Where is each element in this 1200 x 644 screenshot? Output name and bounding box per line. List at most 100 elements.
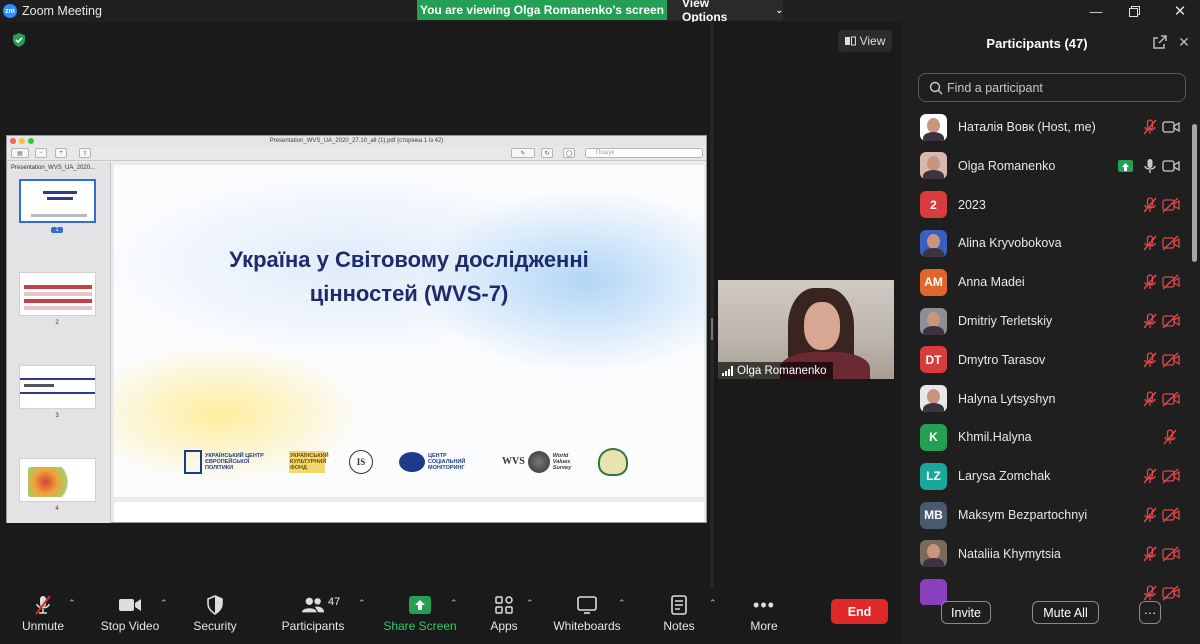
participant-video-tile[interactable]: Olga Romanenko [718, 280, 894, 379]
rotate-icon: ↻ [541, 148, 553, 158]
video-off-icon [1162, 546, 1180, 562]
globe-icon [527, 451, 550, 473]
more-button[interactable]: ••• More [744, 588, 784, 644]
share-options-caret-icon[interactable]: ⌃ [450, 598, 458, 609]
participant-list-scrollbar[interactable] [1191, 102, 1197, 602]
avatar: DT [920, 346, 947, 374]
whiteboards-caret-icon[interactable]: ⌃ [618, 598, 626, 609]
security-shield-icon[interactable] [11, 32, 27, 48]
view-layout-icon [844, 36, 856, 46]
pdf-toolbar: ▤ − + ⇧ ✎ ↻ ◯ Пошук [7, 146, 706, 161]
participant-row[interactable]: Dmitriy Terletskiy [902, 302, 1194, 340]
mute-all-button[interactable]: Mute All [1032, 601, 1099, 624]
apps-button[interactable]: Apps [484, 588, 524, 644]
avatar: LZ [920, 462, 947, 490]
signal-strength-icon [722, 365, 733, 376]
participant-name: Наталія Вовк (Host, me) [958, 120, 1096, 134]
slide-title: Україна у Світовому дослідженні цінносте… [114, 243, 704, 311]
participant-search-input[interactable] [947, 80, 1177, 95]
mic-muted-icon [1142, 235, 1158, 251]
mic-muted-icon [1142, 507, 1158, 523]
thumbnail-page [19, 179, 96, 223]
notes-label: Notes [663, 619, 695, 633]
participants-label: Participants [281, 619, 345, 633]
video-off-icon [1162, 274, 1180, 290]
security-shield-icon [207, 595, 223, 615]
participant-name: Olga Romanenko [958, 158, 1056, 173]
stop-video-button[interactable]: Stop Video [100, 588, 160, 644]
notes-icon [671, 595, 687, 615]
view-button-label: View [859, 34, 886, 48]
avatar: AM [920, 268, 947, 296]
pdf-search-field: Пошук [585, 148, 703, 158]
eye-emblem-icon [399, 452, 425, 472]
participants-panel-title: Participants (47) [986, 36, 1088, 51]
participant-row[interactable]: Alina Kryvobokova [902, 224, 1194, 262]
participant-row[interactable]: 2 2023 [902, 186, 1194, 224]
video-camera-icon [1162, 158, 1180, 174]
ucep-logo: УКРАЇНСЬКИЙ ЦЕНТР ЄВРОПЕЙСЬКОЇ ПОЛІТИКИ [184, 447, 267, 477]
participant-search-box[interactable] [918, 73, 1186, 102]
mic-muted-icon [1162, 429, 1178, 445]
invite-button[interactable]: Invite [941, 601, 991, 624]
participants-icon [301, 597, 325, 613]
video-options-caret-icon[interactable]: ⌃ [160, 598, 168, 609]
participant-name: Maksym Bezpartochnyi [958, 508, 1088, 522]
divider-handle[interactable] [711, 318, 713, 340]
pdf-title: Presentation_WVS_UA_2020_27.10_all (1).p… [269, 138, 444, 144]
participant-row[interactable]: Olga Romanenko [902, 147, 1194, 185]
participant-row[interactable]: AM Anna Madei [902, 263, 1194, 301]
is-logo: IS [349, 447, 373, 477]
video-off-icon [1162, 391, 1180, 407]
participants-panel: Participants (47) ✕ Наталія Вовк (Host, … [902, 22, 1200, 644]
participant-row[interactable]: LZ Larysa Zomchak [902, 457, 1194, 495]
close-icon[interactable]: ✕ [1176, 34, 1192, 50]
crest-logo [598, 447, 628, 477]
whiteboards-button[interactable]: Whiteboards [552, 588, 622, 644]
video-person-face [804, 302, 840, 350]
more-options-button[interactable]: ··· [1139, 601, 1161, 624]
mic-muted-icon [1142, 313, 1158, 329]
participants-caret-icon[interactable]: ⌃ [358, 598, 366, 609]
participant-row[interactable]: DT Dmytro Tarasov [902, 341, 1194, 379]
partner-logos: УКРАЇНСЬКИЙ ЦЕНТР ЄВРОПЕЙСЬКОЇ ПОЛІТИКИ … [184, 447, 644, 477]
zoom-logo-icon: zm [3, 4, 17, 18]
minimize-button[interactable]: — [1076, 0, 1116, 22]
close-window-button[interactable]: ✕ [1160, 0, 1200, 22]
share-screen-button[interactable]: Share Screen [383, 588, 457, 644]
participant-row[interactable]: K Khmil.Halyna [902, 418, 1194, 456]
notes-caret-icon[interactable]: ⌃ [709, 598, 717, 609]
security-button[interactable]: Security [192, 588, 238, 644]
pdf-window-titlebar: Presentation_WVS_UA_2020_27.10_all (1).p… [7, 136, 706, 146]
avatar: K [920, 423, 947, 451]
minimize-icon: — [1089, 3, 1103, 19]
mic-muted-icon [1142, 352, 1158, 368]
maximize-button[interactable] [1114, 0, 1154, 22]
view-button[interactable]: View [838, 30, 892, 52]
share-screen-icon [409, 596, 431, 614]
mic-muted-icon [35, 595, 51, 615]
markup-pen-icon: ✎ [511, 148, 535, 158]
unmute-button[interactable]: Unmute [20, 588, 66, 644]
scrollbar-thumb[interactable] [1192, 124, 1197, 262]
participant-row[interactable]: Nataliia Khymytsia [902, 535, 1194, 573]
shared-screen[interactable]: Presentation_WVS_UA_2020_27.10_all (1).p… [6, 135, 707, 523]
search-icon [929, 81, 943, 94]
view-options-button[interactable]: View Options ⌄ [667, 0, 783, 24]
notes-button[interactable]: Notes [660, 588, 698, 644]
share-screen-label: Share Screen [383, 619, 457, 633]
end-meeting-button[interactable]: End [831, 599, 888, 624]
avatar [920, 113, 947, 141]
apps-caret-icon[interactable]: ⌃ [526, 598, 534, 609]
participant-name: Alina Kryvobokova [958, 236, 1062, 251]
thumbnail-page [19, 272, 96, 316]
mic-muted-icon [1142, 584, 1158, 601]
participant-row[interactable]: Halyna Lytsyshyn [902, 380, 1194, 418]
participants-count-badge: 47 [328, 596, 341, 608]
participant-row[interactable]: MB Maksym Bezpartochnyi [902, 496, 1194, 534]
video-camera-icon [119, 599, 141, 611]
participant-row[interactable]: Наталія Вовк (Host, me) [902, 108, 1194, 146]
audio-options-caret-icon[interactable]: ⌃ [68, 598, 76, 609]
thumbnail-number: 4 [55, 506, 59, 512]
popout-icon[interactable] [1152, 34, 1168, 50]
